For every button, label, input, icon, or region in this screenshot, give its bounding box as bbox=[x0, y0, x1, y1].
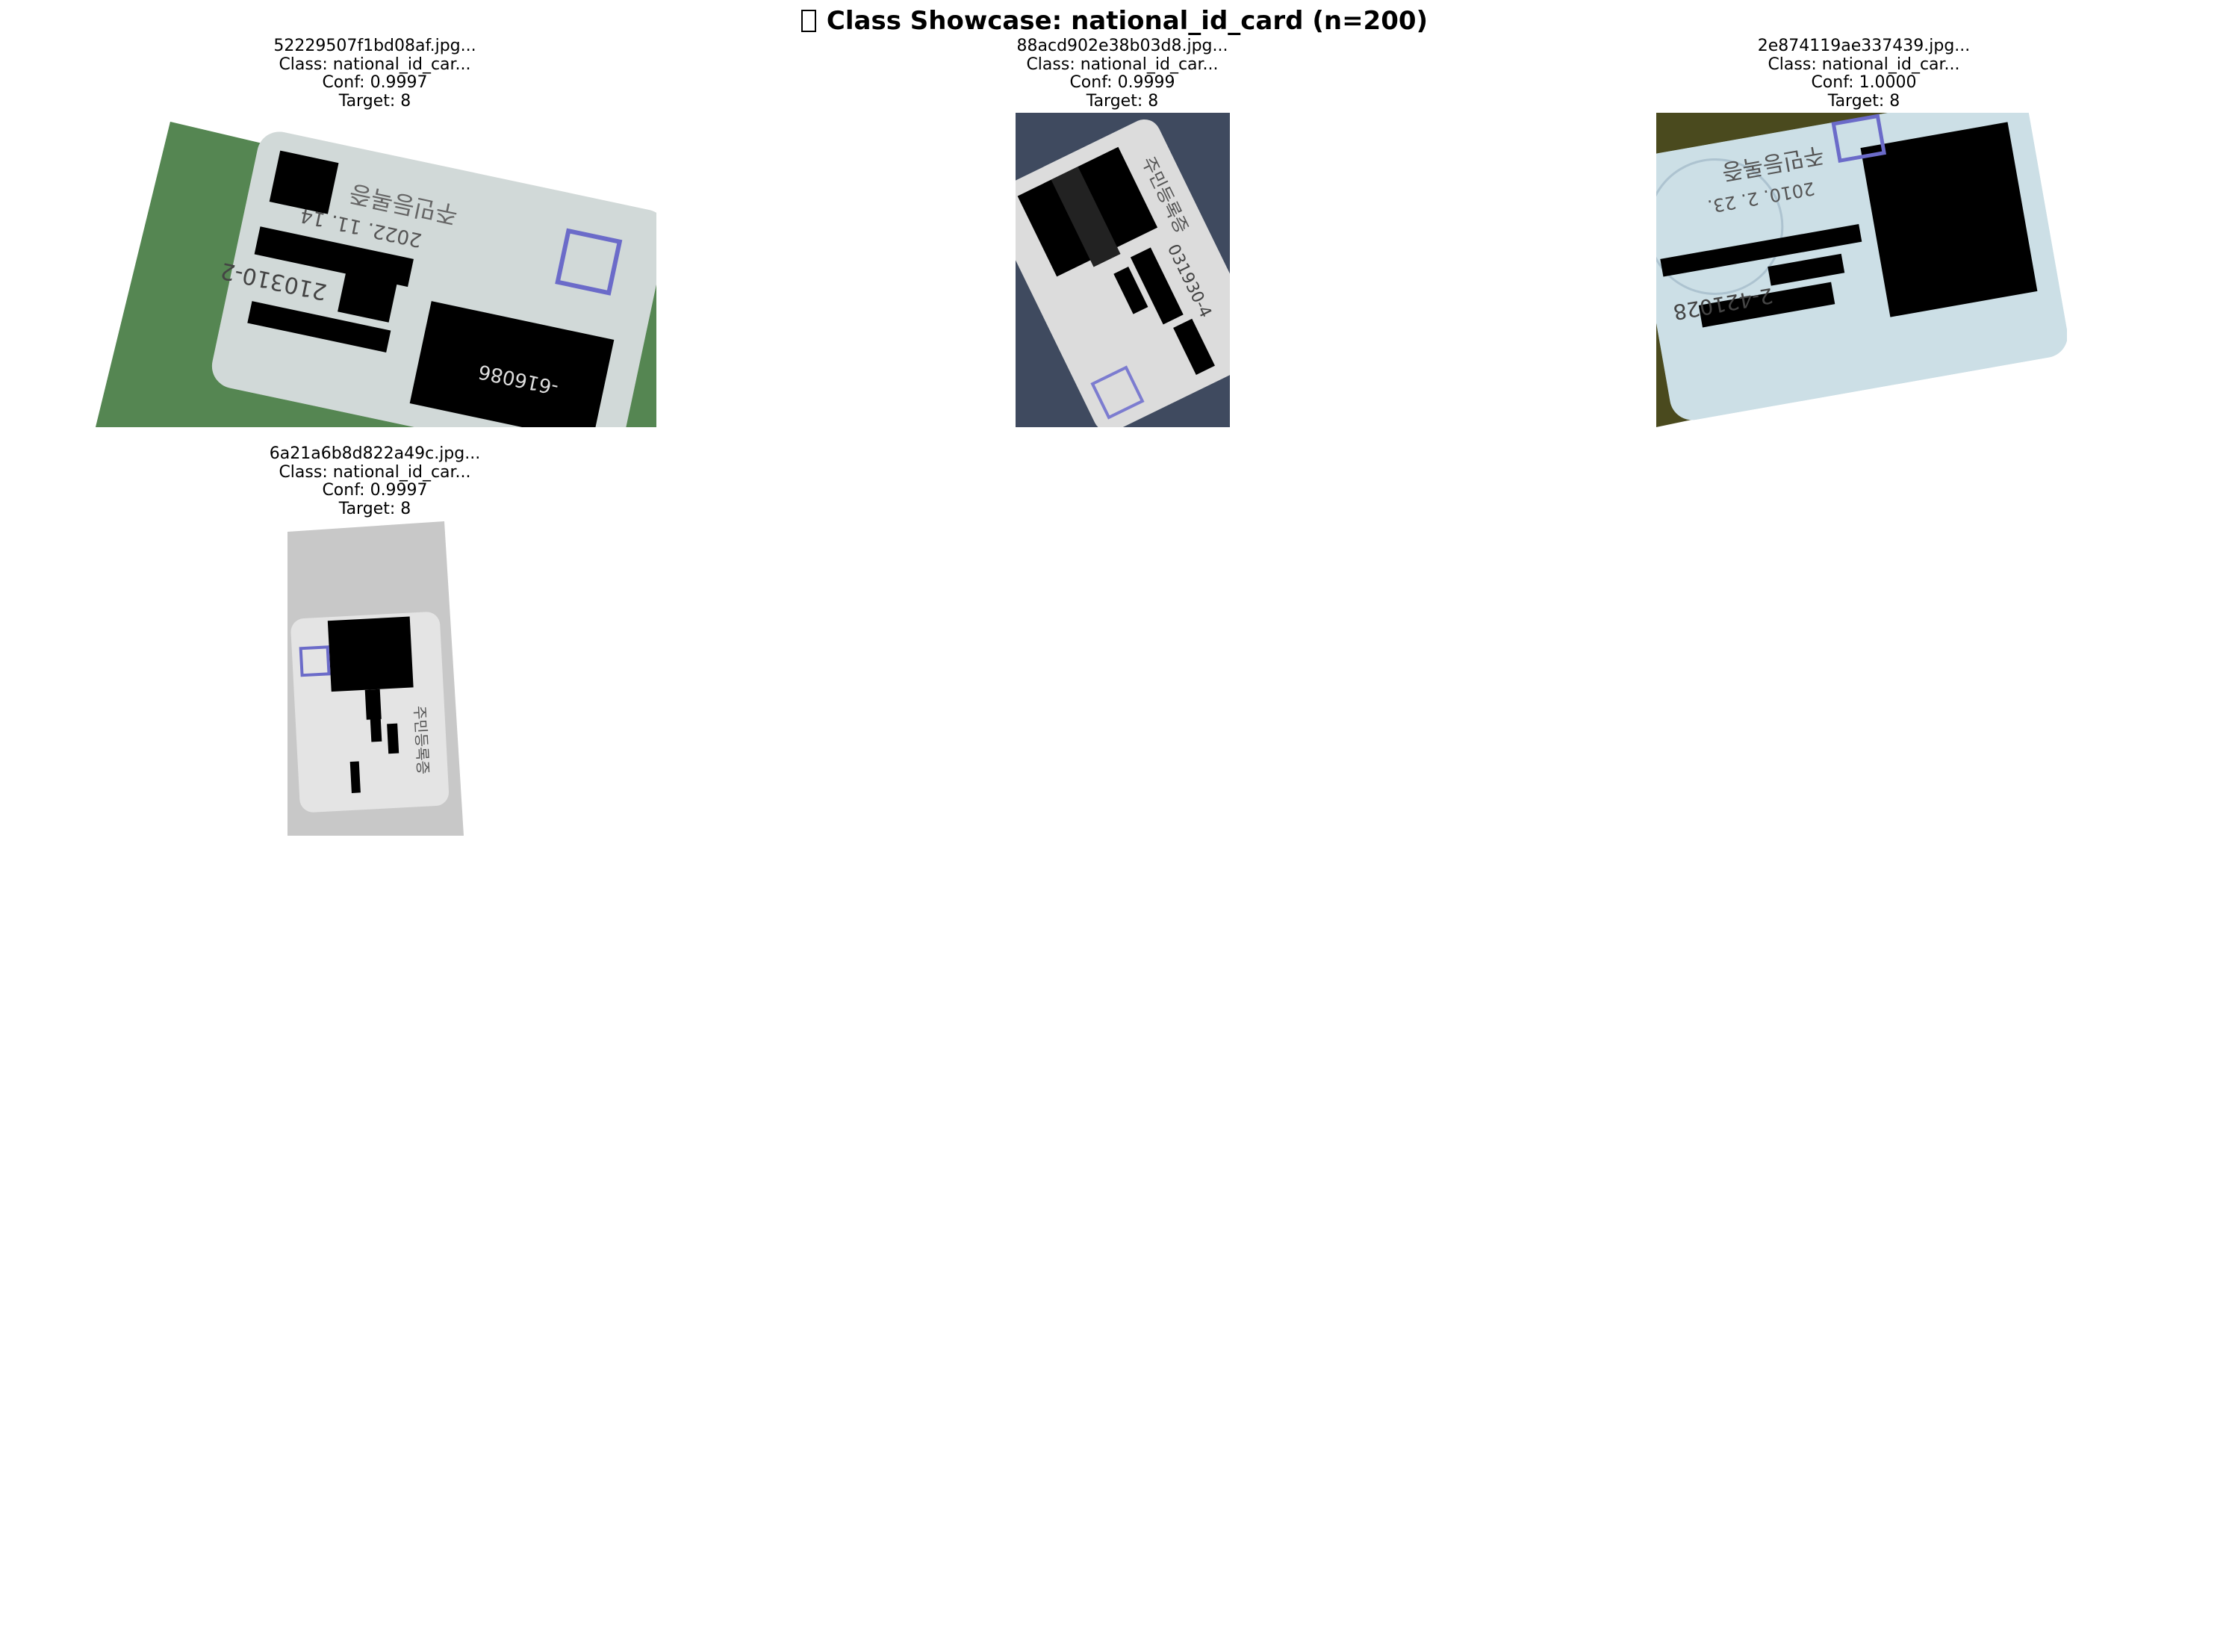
sample-confidence: Conf: 1.0000 bbox=[1811, 73, 1917, 92]
sample-filename: 2e874119ae337439.jpg... bbox=[1757, 37, 1971, 55]
sample-confidence: Conf: 0.9997 bbox=[322, 73, 428, 92]
sample-class: Class: national_id_car... bbox=[1768, 55, 1960, 74]
sample-class: Class: national_id_car... bbox=[279, 462, 471, 482]
sample-image: 주민등록증 bbox=[287, 521, 464, 836]
sample-confidence: Conf: 0.9999 bbox=[1069, 73, 1175, 92]
missing-glyph-icon bbox=[800, 10, 816, 32]
sample-caption: 52229507f1bd08af.jpg... Class: national_… bbox=[151, 37, 599, 111]
sample-image: 주민등록증 2022. 11. 14 210310-2 -616086 bbox=[96, 113, 656, 427]
sample-target: Target: 8 bbox=[338, 499, 411, 518]
sample-filename: 52229507f1bd08af.jpg... bbox=[273, 37, 476, 55]
sample-caption: 2e874119ae337439.jpg... Class: national_… bbox=[1640, 37, 2088, 111]
sample-confidence: Conf: 0.9997 bbox=[322, 481, 428, 500]
sample-target: Target: 8 bbox=[1086, 91, 1159, 111]
id-card-photo: 주민등록증 2010. 2. 23. 2-421028 bbox=[1656, 113, 2067, 427]
sample-class: Class: national_id_car... bbox=[279, 55, 471, 74]
card-name-text: 주민등록증 bbox=[411, 705, 432, 774]
sample-class: Class: national_id_car... bbox=[1026, 55, 1219, 74]
id-card-photo: 주민등록증 bbox=[287, 521, 464, 836]
sample-target: Target: 8 bbox=[1827, 91, 1900, 111]
sample-image: 주민등록증 031930-4 bbox=[1016, 113, 1230, 427]
sample-target: Target: 8 bbox=[338, 91, 411, 111]
sample-filename: 6a21a6b8d822a49c.jpg... bbox=[269, 444, 481, 463]
sample-filename: 88acd902e38b03d8.jpg... bbox=[1016, 37, 1228, 55]
sample-image: 주민등록증 2010. 2. 23. 2-421028 bbox=[1656, 113, 2067, 427]
id-card-photo: 주민등록증 2022. 11. 14 210310-2 -616086 bbox=[96, 122, 656, 427]
figure-title-text: Class Showcase: national_id_card (n=200) bbox=[826, 6, 1429, 36]
figure-title: Class Showcase: national_id_card (n=200) bbox=[0, 4, 2229, 37]
sample-caption: 88acd902e38b03d8.jpg... Class: national_… bbox=[898, 37, 1346, 111]
sample-caption: 6a21a6b8d822a49c.jpg... Class: national_… bbox=[151, 444, 599, 518]
id-card-photo: 주민등록증 031930-4 bbox=[1016, 113, 1230, 427]
